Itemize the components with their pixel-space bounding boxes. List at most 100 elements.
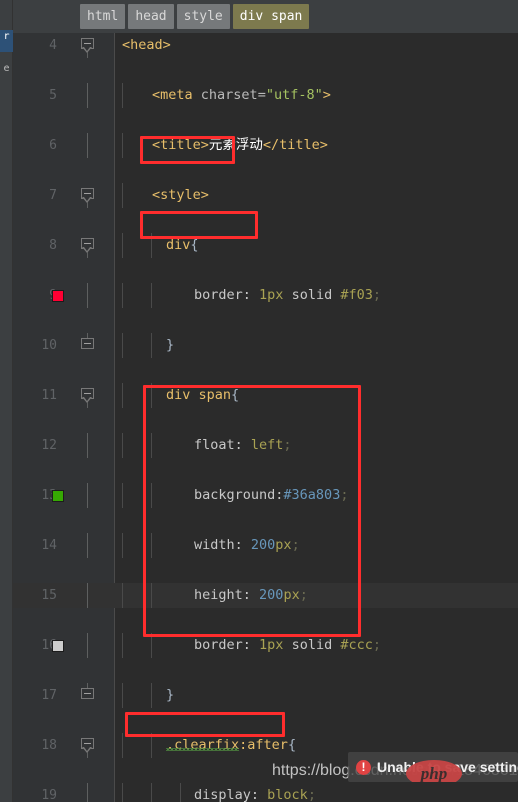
code-line[interactable]: 6 <title>元素浮动</title>	[13, 133, 518, 158]
code-line[interactable]: 7 <style>	[13, 183, 518, 208]
save-error-toast: ! Unable to save settings php	[348, 752, 518, 782]
line-number: 11	[41, 388, 57, 403]
fold-marker-icon[interactable]	[79, 233, 97, 258]
color-swatch-icon[interactable]	[52, 290, 64, 302]
code-token: #36a803	[283, 487, 341, 503]
fold-marker-icon[interactable]	[79, 183, 97, 208]
code-line[interactable]: 16 border: 1px solid #ccc;	[13, 633, 518, 658]
fold-marker-icon[interactable]	[79, 483, 97, 508]
breadcrumb-item-div-span[interactable]: div span	[232, 4, 310, 29]
code-token: float	[194, 437, 235, 453]
code-token: ;	[372, 287, 382, 303]
code-line[interactable]: 15 height: 200px;	[13, 583, 518, 608]
indent-guide	[122, 433, 123, 458]
fold-marker-icon[interactable]	[79, 633, 97, 658]
code-token: height	[194, 587, 243, 603]
indent-guide	[151, 233, 152, 258]
code-token: ;	[372, 637, 382, 653]
code-line[interactable]: 8 div{	[13, 233, 518, 258]
code-token: {	[190, 237, 199, 253]
line-number: 13	[41, 488, 57, 503]
code-token: <head>	[122, 37, 171, 53]
code-surface[interactable]: 4 <head> 5 <meta charset="utf-8"> 6 <title>元素…	[13, 33, 518, 802]
color-swatch-icon[interactable]	[52, 490, 64, 502]
indent-guide	[122, 333, 123, 358]
code-token: border	[194, 637, 243, 653]
code-token: #f03	[340, 287, 373, 303]
editor-window: r e html head style div span 4 <head> 5 <meta …	[0, 0, 518, 802]
code-line[interactable]: 11 div span{	[13, 383, 518, 408]
code-token: ;	[291, 537, 300, 553]
tool-tab-structure[interactable]: r	[0, 30, 13, 52]
code-text: <style>	[152, 183, 209, 208]
fold-marker-icon[interactable]	[79, 33, 97, 58]
code-token: solid	[291, 637, 333, 653]
code-text: <head>	[122, 33, 171, 58]
code-line[interactable]: 13 background:#36a803;	[13, 483, 518, 508]
code-token: ;	[307, 787, 316, 802]
tool-tab-favorites[interactable]: e	[0, 62, 13, 84]
code-text: }	[166, 333, 174, 358]
fold-marker-icon[interactable]	[79, 583, 97, 608]
code-editor[interactable]: 4 <head> 5 <meta charset="utf-8"> 6 <title>元素…	[13, 33, 518, 802]
code-token: :	[250, 787, 268, 802]
indent-guide	[151, 783, 152, 802]
code-line[interactable]: 5 <meta charset="utf-8">	[13, 83, 518, 108]
indent-guide	[180, 783, 181, 802]
code-token: <title>	[152, 137, 209, 153]
fold-marker-icon[interactable]	[79, 133, 97, 158]
code-line[interactable]: 10}	[13, 333, 518, 358]
fold-marker-icon[interactable]	[79, 783, 97, 802]
line-number: 6	[49, 138, 57, 153]
line-number: 5	[49, 88, 57, 103]
indent-guide	[122, 233, 123, 258]
line-number: 15	[41, 588, 57, 603]
indent-guide	[122, 283, 123, 308]
line-number: 4	[49, 38, 57, 53]
code-token: ;	[283, 437, 292, 453]
fold-marker-icon[interactable]	[79, 83, 97, 108]
indent-guide	[122, 183, 123, 208]
code-token: .clearfix	[166, 737, 240, 753]
code-line[interactable]: 17}	[13, 683, 518, 708]
line-number: 17	[41, 688, 57, 703]
indent-guide	[122, 383, 123, 408]
code-token: <meta	[152, 87, 201, 103]
breadcrumb-item-style[interactable]: style	[176, 4, 230, 29]
code-line[interactable]: 12 float: left;	[13, 433, 518, 458]
fold-marker-icon[interactable]	[79, 383, 97, 408]
code-token: >	[322, 87, 331, 103]
code-token: 1px	[259, 637, 284, 653]
indent-guide	[122, 483, 123, 508]
code-token: left	[250, 437, 284, 453]
code-text: div{	[166, 233, 199, 258]
code-line[interactable]: 9 border: 1px solid #f03;	[13, 283, 518, 308]
code-token: =	[257, 87, 266, 103]
code-token: :	[234, 537, 251, 553]
code-line[interactable]: 14 width: 200px;	[13, 533, 518, 558]
code-line[interactable]: 4 <head>	[13, 33, 518, 58]
color-swatch-icon[interactable]	[52, 640, 64, 652]
code-text: float: left;	[194, 433, 292, 458]
code-token: {	[231, 387, 240, 403]
fold-marker-icon[interactable]	[79, 333, 97, 358]
indent-guide	[151, 583, 152, 608]
code-line[interactable]: 19 display: block;	[13, 783, 518, 802]
code-text: background:#36a803;	[194, 483, 348, 508]
fold-marker-icon[interactable]	[79, 683, 97, 708]
code-token: }	[166, 337, 175, 353]
breadcrumb-item-html[interactable]: html	[80, 4, 126, 29]
code-token: :	[242, 287, 260, 303]
indent-guide	[151, 283, 152, 308]
indent-guide	[151, 633, 152, 658]
fold-marker-icon[interactable]	[79, 533, 97, 558]
php-logo-watermark: php	[406, 760, 462, 782]
fold-marker-icon[interactable]	[79, 733, 97, 758]
line-number: 18	[41, 738, 57, 753]
code-token: background	[194, 487, 276, 503]
indent-guide	[122, 133, 123, 158]
breadcrumb-item-head[interactable]: head	[128, 4, 174, 29]
fold-marker-icon[interactable]	[79, 433, 97, 458]
fold-marker-icon[interactable]	[79, 283, 97, 308]
code-token: px	[275, 537, 292, 553]
